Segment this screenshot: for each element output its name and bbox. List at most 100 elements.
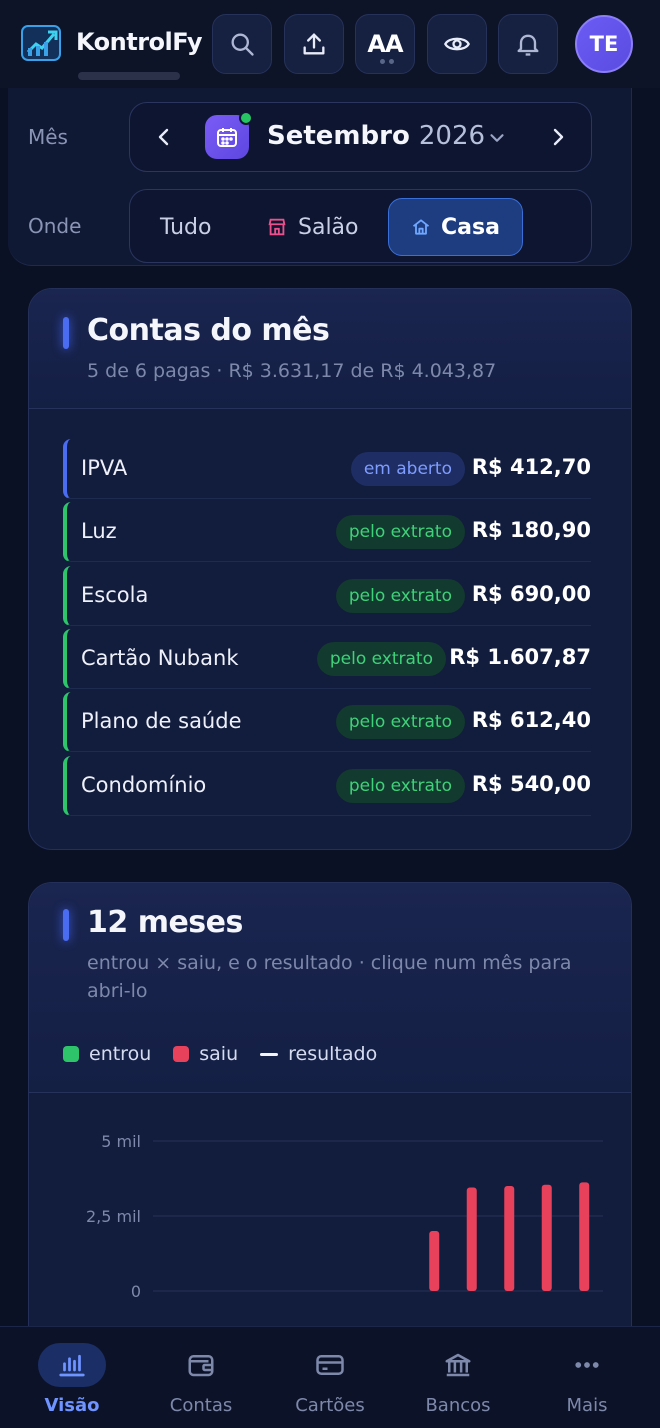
legend-swatch	[260, 1052, 279, 1056]
more-icon	[553, 1343, 621, 1387]
bell-icon	[517, 34, 539, 56]
upload-icon	[303, 33, 325, 55]
card-accent-bar	[63, 909, 69, 941]
bill-value: R$ 690,00	[471, 582, 591, 606]
bill-status-badge: pelo extrato	[335, 515, 465, 549]
bill-name: Escola	[81, 583, 149, 607]
nav-label: Mais	[566, 1395, 608, 1416]
y-tick-label: 0	[131, 1282, 141, 1301]
bank-icon	[424, 1343, 492, 1387]
where-segmented-control: Tudo Salão Casa	[129, 189, 592, 263]
bar-saiu[interactable]	[466, 1187, 477, 1292]
where-option-tudo[interactable]: Tudo	[138, 198, 233, 256]
search-icon	[231, 33, 254, 56]
legend-label: entrou	[89, 1043, 152, 1065]
store-icon	[268, 218, 286, 236]
previous-month-icon[interactable]	[152, 125, 176, 149]
bill-status-badge: pelo extrato	[335, 705, 465, 739]
visibility-button[interactable]	[427, 14, 487, 74]
y-tick-label: 2,5 mil	[86, 1207, 141, 1226]
next-month-icon[interactable]	[546, 125, 570, 149]
nav-item-mais[interactable]: Mais	[521, 1327, 653, 1428]
nav-item-contas[interactable]: Contas	[135, 1327, 267, 1428]
nav-label: Visão	[44, 1395, 100, 1416]
bill-row[interactable]: IPVA em aberto R$ 412,70	[63, 439, 591, 499]
where-option-label: Salão	[298, 214, 359, 240]
where-label: Onde	[28, 214, 82, 238]
bill-value: R$ 412,70	[471, 455, 591, 479]
where-option-label: Tudo	[160, 214, 212, 240]
bill-status-badge: pelo extrato	[335, 579, 465, 613]
nav-item-visao[interactable]: Visão	[6, 1327, 138, 1428]
legend-swatch	[173, 1046, 190, 1062]
notifications-button[interactable]	[498, 14, 558, 74]
legend-item[interactable]: entrou	[63, 1043, 151, 1065]
bill-row[interactable]: Luz pelo extrato R$ 180,90	[63, 502, 591, 562]
brand-name: KontrolFy	[76, 28, 203, 56]
bills-title: Contas do mês	[87, 313, 330, 348]
legend-item[interactable]: resultado	[260, 1043, 377, 1065]
bill-name: IPVA	[81, 456, 128, 480]
text-size-dots	[380, 59, 394, 64]
chevron-down-icon[interactable]	[486, 127, 508, 149]
calendar-icon[interactable]	[205, 111, 253, 159]
text-size-button[interactable]: AA	[355, 14, 415, 74]
months-bar-chart[interactable]: 5 mil 2,5 mil 0	[29, 1093, 632, 1362]
bill-name: Luz	[81, 519, 117, 543]
bar-saiu[interactable]	[579, 1182, 590, 1291]
bill-name: Plano de saúde	[81, 709, 242, 733]
months-card: 12 meses entrou × saiu, e o resultado · …	[28, 882, 632, 1362]
text-size-label: AA	[367, 30, 403, 58]
legend-label: resultado	[288, 1043, 378, 1065]
nav-label: Contas	[169, 1395, 233, 1416]
search-button[interactable]	[212, 14, 272, 74]
home-icon	[412, 219, 430, 235]
month-name: Setembro	[267, 121, 410, 151]
where-option-casa[interactable]: Casa	[388, 198, 523, 256]
legend-label: saiu	[199, 1043, 239, 1065]
bill-value: R$ 180,90	[471, 518, 591, 542]
bottom-nav: Visão Contas Cartões Bancos Mais	[0, 1326, 660, 1428]
bill-value: R$ 540,00	[471, 772, 591, 796]
filters-panel: Mês Setembro 2026 Onde Tudo Salão Casa	[8, 88, 632, 266]
bar-saiu[interactable]	[429, 1231, 440, 1291]
bill-name: Condomínio	[81, 773, 207, 797]
avatar[interactable]: TE	[575, 15, 633, 73]
nav-item-cartoes[interactable]: Cartões	[264, 1327, 396, 1428]
brand-underline	[78, 72, 180, 80]
legend-item[interactable]: saiu	[173, 1043, 238, 1065]
eye-icon	[444, 37, 470, 51]
credit-card-icon	[296, 1343, 364, 1387]
where-option-salao[interactable]: Salão	[244, 198, 381, 256]
bar-saiu[interactable]	[541, 1184, 552, 1291]
bills-card: Contas do mês 5 de 6 pagas · R$ 3.631,17…	[28, 288, 632, 850]
kontrolfy-logo-icon	[21, 25, 61, 61]
bill-row[interactable]: Escola pelo extrato R$ 690,00	[63, 566, 591, 626]
months-card-header: 12 meses entrou × saiu, e o resultado · …	[29, 883, 631, 1093]
nav-item-bancos[interactable]: Bancos	[392, 1327, 524, 1428]
nav-label: Cartões	[295, 1395, 365, 1416]
bill-row[interactable]: Cartão Nubank pelo extrato R$ 1.607,87	[63, 629, 591, 689]
nav-label: Bancos	[425, 1395, 491, 1416]
months-title: 12 meses	[87, 905, 243, 940]
bills-subtitle: 5 de 6 pagas · R$ 3.631,17 de R$ 4.043,8…	[87, 360, 497, 382]
y-tick-label: 5 mil	[101, 1132, 141, 1151]
card-accent-bar	[63, 317, 69, 349]
chart-icon	[38, 1343, 106, 1387]
month-year: 2026	[418, 121, 486, 151]
bill-status-badge: em aberto	[350, 452, 465, 486]
bill-row[interactable]: Plano de saúde pelo extrato R$ 612,40	[63, 692, 591, 752]
upload-button[interactable]	[284, 14, 344, 74]
bill-status-badge: pelo extrato	[316, 642, 446, 676]
bill-value: R$ 1.607,87	[449, 645, 591, 669]
bill-name: Cartão Nubank	[81, 646, 239, 670]
month-label: Mês	[28, 125, 68, 149]
top-bar: KontrolFy AA TE	[0, 0, 660, 88]
month-display[interactable]: Setembro 2026	[267, 121, 485, 151]
bar-saiu[interactable]	[504, 1186, 515, 1291]
legend-swatch	[63, 1046, 79, 1062]
bill-row[interactable]: Condomínio pelo extrato R$ 540,00	[63, 756, 591, 816]
months-subtitle: entrou × saiu, e o resultado · clique nu…	[87, 952, 572, 1002]
calendar-status-dot	[239, 111, 253, 125]
chart-legend: entrou saiu resultado	[63, 1043, 377, 1065]
